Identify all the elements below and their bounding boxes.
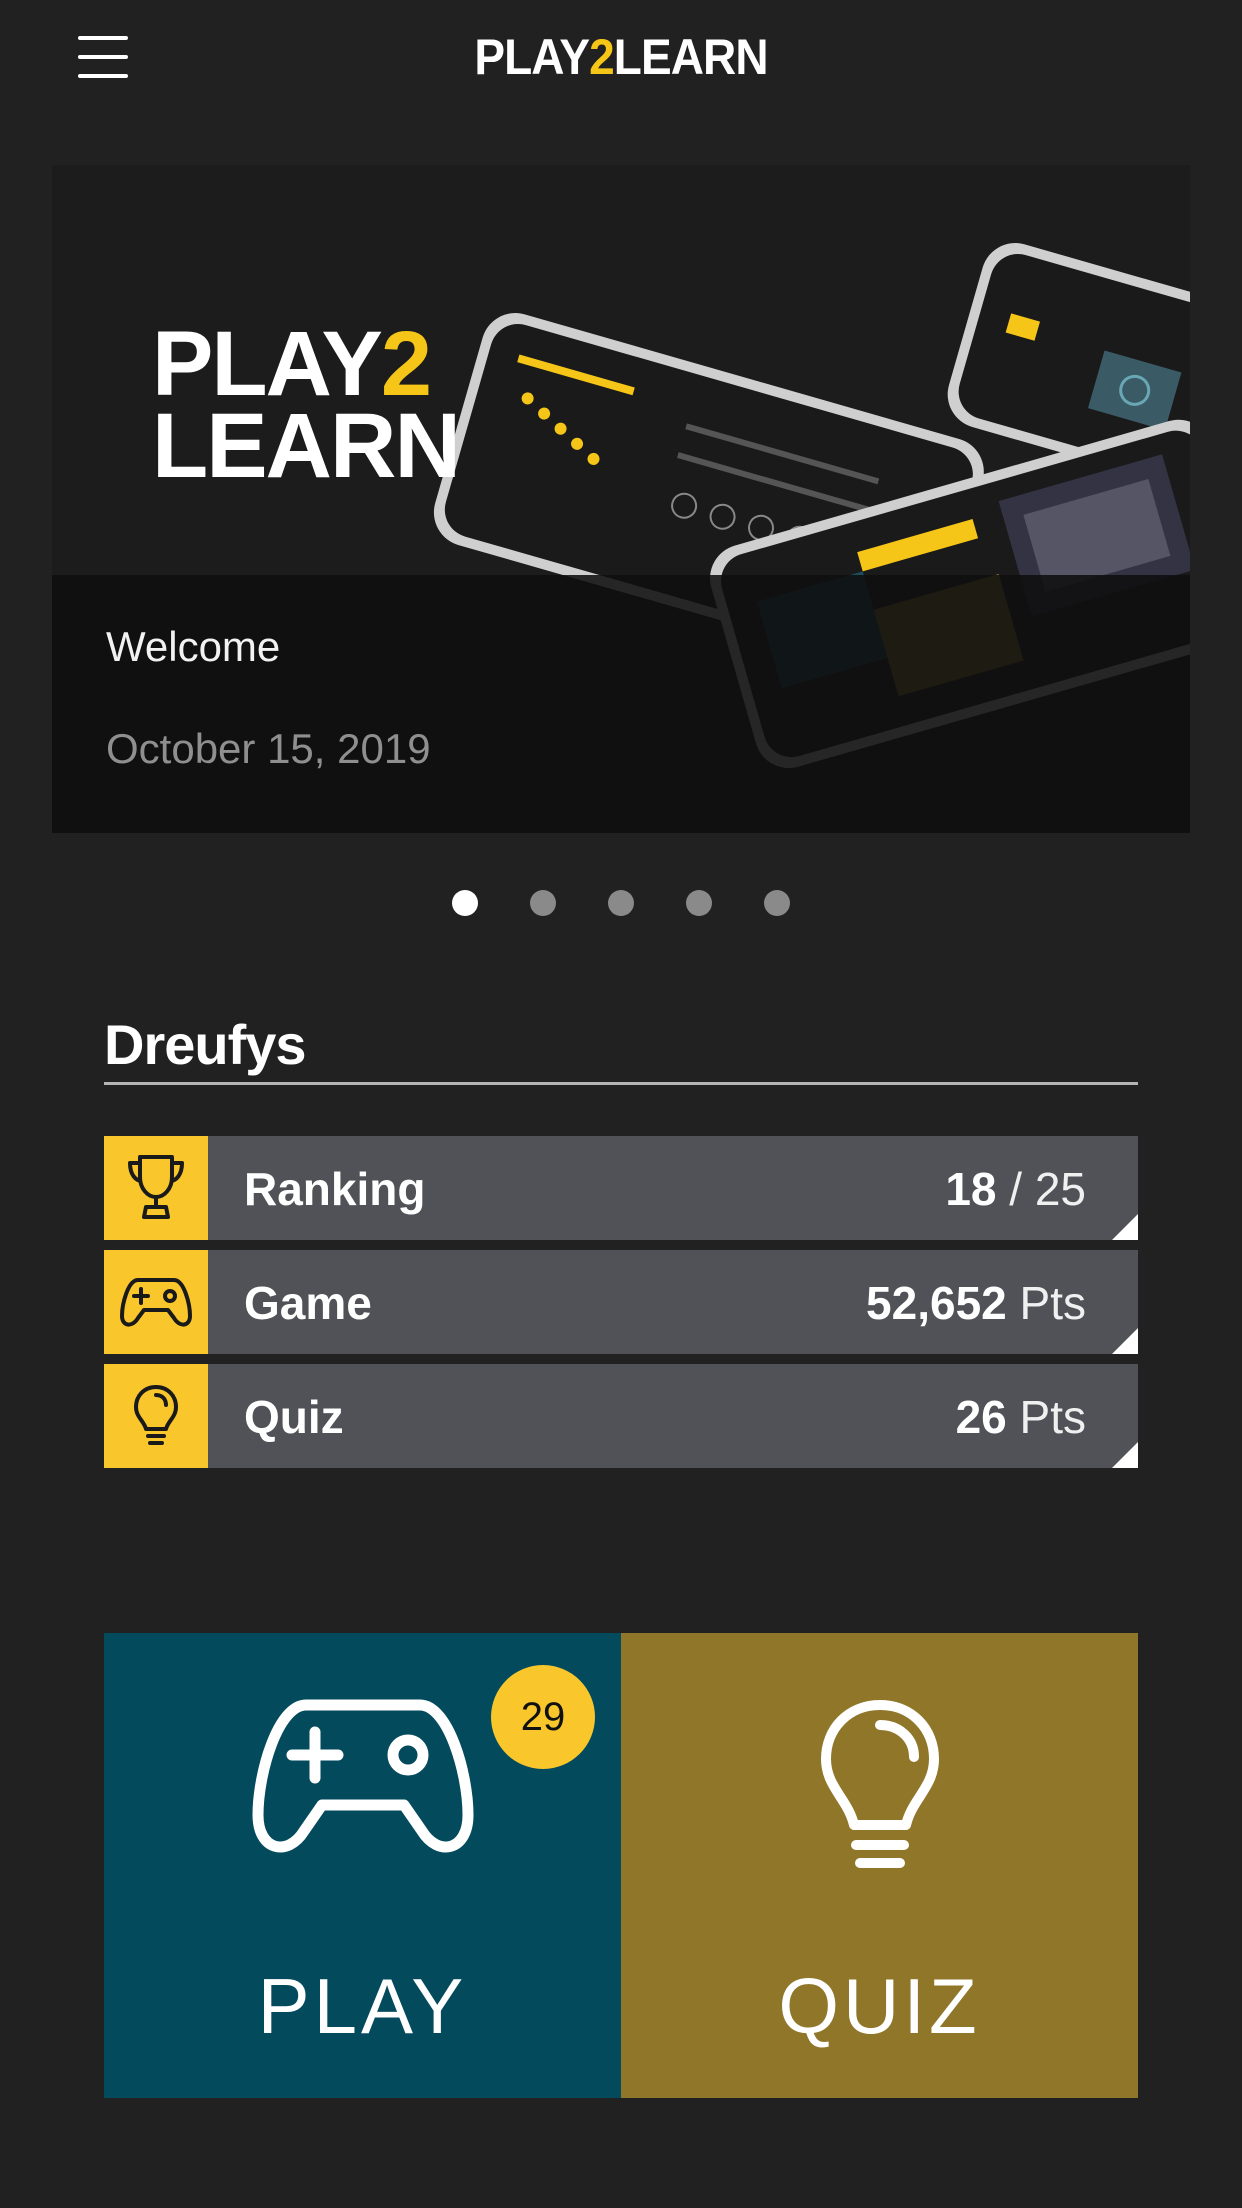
stat-value: 52,652 Pts <box>866 1276 1086 1330</box>
play-label: PLAY <box>257 1962 468 2050</box>
corner-indicator <box>1112 1442 1138 1468</box>
quiz-tile-button[interactable]: QUIZ <box>621 1633 1138 2098</box>
quiz-label: QUIZ <box>778 1962 981 2050</box>
carousel-dot-4[interactable] <box>686 890 712 916</box>
news-carousel[interactable]: PLAY2 LEARN Welcome October 15, 2019 <box>52 165 1190 833</box>
stat-label: Quiz <box>244 1391 344 1443</box>
carousel-pagination <box>0 890 1242 918</box>
app-header: PLAY2LEARN <box>0 0 1242 120</box>
logo-text-number: 2 <box>589 29 615 85</box>
stat-label: Game <box>244 1277 372 1329</box>
corner-indicator <box>1112 1328 1138 1354</box>
carousel-dot-1[interactable] <box>452 890 478 916</box>
stat-row-quiz[interactable]: Quiz 26 Pts <box>104 1364 1138 1468</box>
trophy-icon <box>104 1136 208 1240</box>
stat-value: 18 / 25 <box>945 1162 1086 1216</box>
carousel-date: October 15, 2019 <box>106 725 431 772</box>
stat-unit: Pts <box>1019 1277 1086 1329</box>
home-screen: PLAY2LEARN PLAY2 LEARN Welcome October 1… <box>0 0 1242 2208</box>
stat-unit: Pts <box>1019 1391 1086 1443</box>
carousel-title: Welcome <box>106 623 281 670</box>
gamepad-icon <box>104 1250 208 1354</box>
stat-number: 18 <box>945 1163 997 1215</box>
play-count-badge: 29 <box>491 1665 595 1769</box>
stat-row-ranking[interactable]: Ranking 18 / 25 <box>104 1136 1138 1240</box>
carousel-dot-2[interactable] <box>530 890 556 916</box>
logo-text-play: PLAY <box>474 29 590 85</box>
stat-number: 26 <box>955 1391 1007 1443</box>
banner-logo: PLAY2 LEARN <box>152 318 461 492</box>
app-logo: PLAY2LEARN <box>50 28 1193 86</box>
username-divider <box>104 1082 1138 1085</box>
corner-indicator <box>1112 1214 1138 1240</box>
stat-unit: / 25 <box>1009 1163 1086 1215</box>
play-tile-button[interactable]: 29 PLAY <box>104 1633 621 2098</box>
stat-value: 26 Pts <box>956 1390 1086 1444</box>
lightbulb-icon <box>621 1699 1138 1881</box>
stat-label: Ranking <box>244 1163 426 1215</box>
logo-text-learn: LEARN <box>613 29 769 85</box>
lightbulb-icon <box>104 1364 208 1468</box>
carousel-caption <box>52 575 1190 833</box>
carousel-dot-5[interactable] <box>764 890 790 916</box>
banner-logo-learn: LEARN <box>152 395 461 497</box>
username: Dreufys <box>104 1013 307 1076</box>
stat-row-game[interactable]: Game 52,652 Pts <box>104 1250 1138 1354</box>
carousel-dot-3[interactable] <box>608 890 634 916</box>
stat-number: 52,652 <box>866 1277 1007 1329</box>
